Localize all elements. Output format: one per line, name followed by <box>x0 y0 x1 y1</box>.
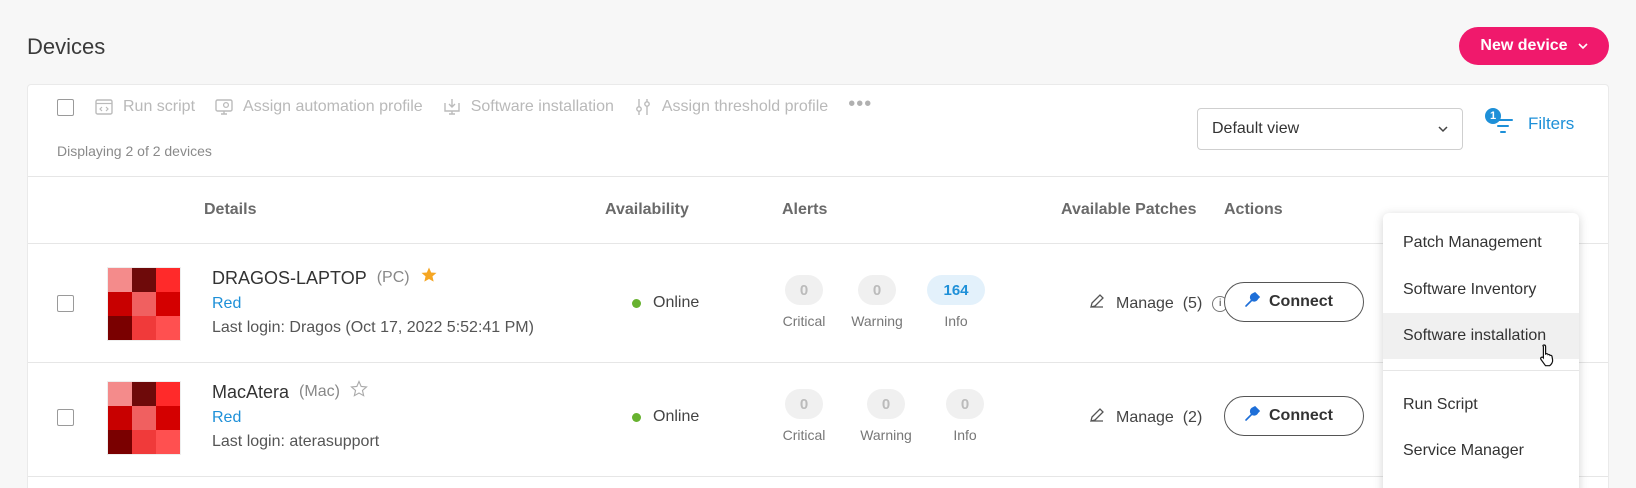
availability-label: Online <box>653 294 700 311</box>
bulk-toolbar: Run script Assign automation profile Sof… <box>28 85 1608 177</box>
displaying-count: Displaying 2 of 2 devices <box>57 143 212 159</box>
device-type: (Mac) <box>299 383 340 400</box>
assign-threshold-profile-action[interactable]: Assign threshold profile <box>634 98 828 116</box>
alert-critical[interactable]: 0 Critical <box>764 389 844 443</box>
assign-threshold-profile-label: Assign threshold profile <box>661 98 829 115</box>
availability-status: Online <box>632 294 699 312</box>
menu-item-service-manager[interactable]: Service Manager <box>1383 428 1579 474</box>
software-installation-action[interactable]: Software installation <box>443 98 614 116</box>
column-header-available-patches[interactable]: Available Patches <box>1061 201 1196 219</box>
row-checkbox[interactable] <box>57 295 74 312</box>
connect-button[interactable]: Connect <box>1224 396 1364 436</box>
device-group-link[interactable]: Red <box>212 295 241 313</box>
filter-icon: 1 <box>1485 108 1516 136</box>
device-name-line: MacAtera (Mac) <box>212 380 368 404</box>
alert-warning[interactable]: 0 Warning <box>837 275 917 329</box>
alert-warning-count: 0 <box>867 389 905 419</box>
filters-label: Filters <box>1528 114 1575 133</box>
column-header-alerts[interactable]: Alerts <box>782 201 827 219</box>
column-header-details[interactable]: Details <box>204 201 256 219</box>
online-status-dot <box>632 298 641 308</box>
alert-info-label: Info <box>953 427 977 443</box>
assign-automation-profile-label: Assign automation profile <box>243 98 423 115</box>
wrench-icon <box>1243 291 1261 314</box>
alert-warning[interactable]: 0 Warning <box>846 389 926 443</box>
column-header-availability[interactable]: Availability <box>605 201 689 219</box>
table-header: Details Availability Alerts Available Pa… <box>28 178 1608 244</box>
availability-label: Online <box>653 408 700 425</box>
alert-critical[interactable]: 0 Critical <box>764 275 844 329</box>
device-last-login: Last login: Dragos (Oct 17, 2022 5:52:41… <box>212 319 534 336</box>
device-name-line: DRAGOS-LAPTOP (PC) <box>212 266 438 290</box>
manage-patches-label: Manage (2) <box>1116 408 1203 426</box>
devices-card: Run script Assign automation profile Sof… <box>27 84 1609 488</box>
menu-item-run-script[interactable]: Run Script <box>1383 382 1579 428</box>
chevron-down-icon <box>1438 120 1448 138</box>
alert-info[interactable]: 164 Info <box>916 275 996 329</box>
software-installation-label: Software installation <box>470 98 614 115</box>
device-last-login: Last login: aterasupport <box>212 433 380 450</box>
device-avatar <box>107 381 181 455</box>
device-name[interactable]: DRAGOS-LAPTOP <box>212 268 367 289</box>
alert-info-label: Info <box>944 313 968 329</box>
online-status-dot <box>632 412 641 422</box>
menu-item-software-inventory[interactable]: Software Inventory <box>1383 267 1579 313</box>
assign-automation-profile-action[interactable]: Assign automation profile <box>215 98 423 116</box>
connect-button[interactable]: Connect <box>1224 282 1364 322</box>
hand-pointer-icon <box>1538 343 1556 372</box>
pencil-icon <box>1088 292 1106 315</box>
filters-count-badge: 1 <box>1485 108 1501 124</box>
manage-patches-label: Manage (5) <box>1116 294 1203 312</box>
table-row[interactable]: MacAtera (Mac) Red Last login: aterasupp… <box>28 359 1608 477</box>
filters-button[interactable]: 1 Filters <box>1485 108 1575 136</box>
alert-critical-label: Critical <box>782 313 826 329</box>
alert-info[interactable]: 0 Info <box>925 389 1005 443</box>
table-row[interactable]: DRAGOS-LAPTOP (PC) Red Last login: Drago… <box>28 245 1608 363</box>
sliders-icon <box>634 98 652 116</box>
pencil-icon <box>1088 406 1106 429</box>
alert-warning-count: 0 <box>858 275 896 305</box>
column-header-actions: Actions <box>1224 201 1283 218</box>
alert-critical-label: Critical <box>782 427 826 443</box>
wrench-icon <box>1243 405 1261 428</box>
manage-patches-link[interactable]: Manage (5) i <box>1088 292 1229 315</box>
code-window-icon <box>95 98 113 116</box>
star-outline-icon[interactable] <box>350 380 368 404</box>
device-group-link[interactable]: Red <box>212 409 241 427</box>
alert-warning-label: Warning <box>851 313 903 329</box>
connect-label: Connect <box>1269 407 1333 424</box>
device-avatar <box>107 267 181 341</box>
availability-status: Online <box>632 408 699 426</box>
view-select-value: Default view <box>1212 120 1300 137</box>
device-type: (PC) <box>376 269 410 286</box>
more-actions-icon[interactable]: ••• <box>848 93 872 116</box>
device-name[interactable]: MacAtera <box>212 382 289 403</box>
alert-warning-label: Warning <box>860 427 912 443</box>
download-monitor-icon <box>443 98 461 116</box>
star-filled-icon[interactable] <box>420 266 438 290</box>
new-device-button[interactable]: New device <box>1459 27 1609 65</box>
new-device-label: New device <box>1480 37 1568 54</box>
monitor-gear-icon <box>215 98 233 116</box>
row-checkbox[interactable] <box>57 409 74 426</box>
alert-critical-count: 0 <box>785 275 823 305</box>
run-script-label: Run script <box>123 98 196 115</box>
menu-item-patch-management[interactable]: Patch Management <box>1383 220 1579 266</box>
connect-label: Connect <box>1269 293 1333 310</box>
select-all-checkbox[interactable] <box>57 99 74 116</box>
bulk-actions: Run script Assign automation profile Sof… <box>95 93 872 119</box>
alert-info-count: 0 <box>946 389 984 419</box>
manage-patches-link[interactable]: Manage (2) <box>1088 406 1202 429</box>
alert-info-count: 164 <box>927 275 985 305</box>
chevron-down-icon <box>1578 39 1588 53</box>
view-select[interactable]: Default view <box>1197 108 1463 150</box>
alert-critical-count: 0 <box>785 389 823 419</box>
page-title: Devices <box>27 34 106 59</box>
run-script-action[interactable]: Run script <box>95 98 195 116</box>
